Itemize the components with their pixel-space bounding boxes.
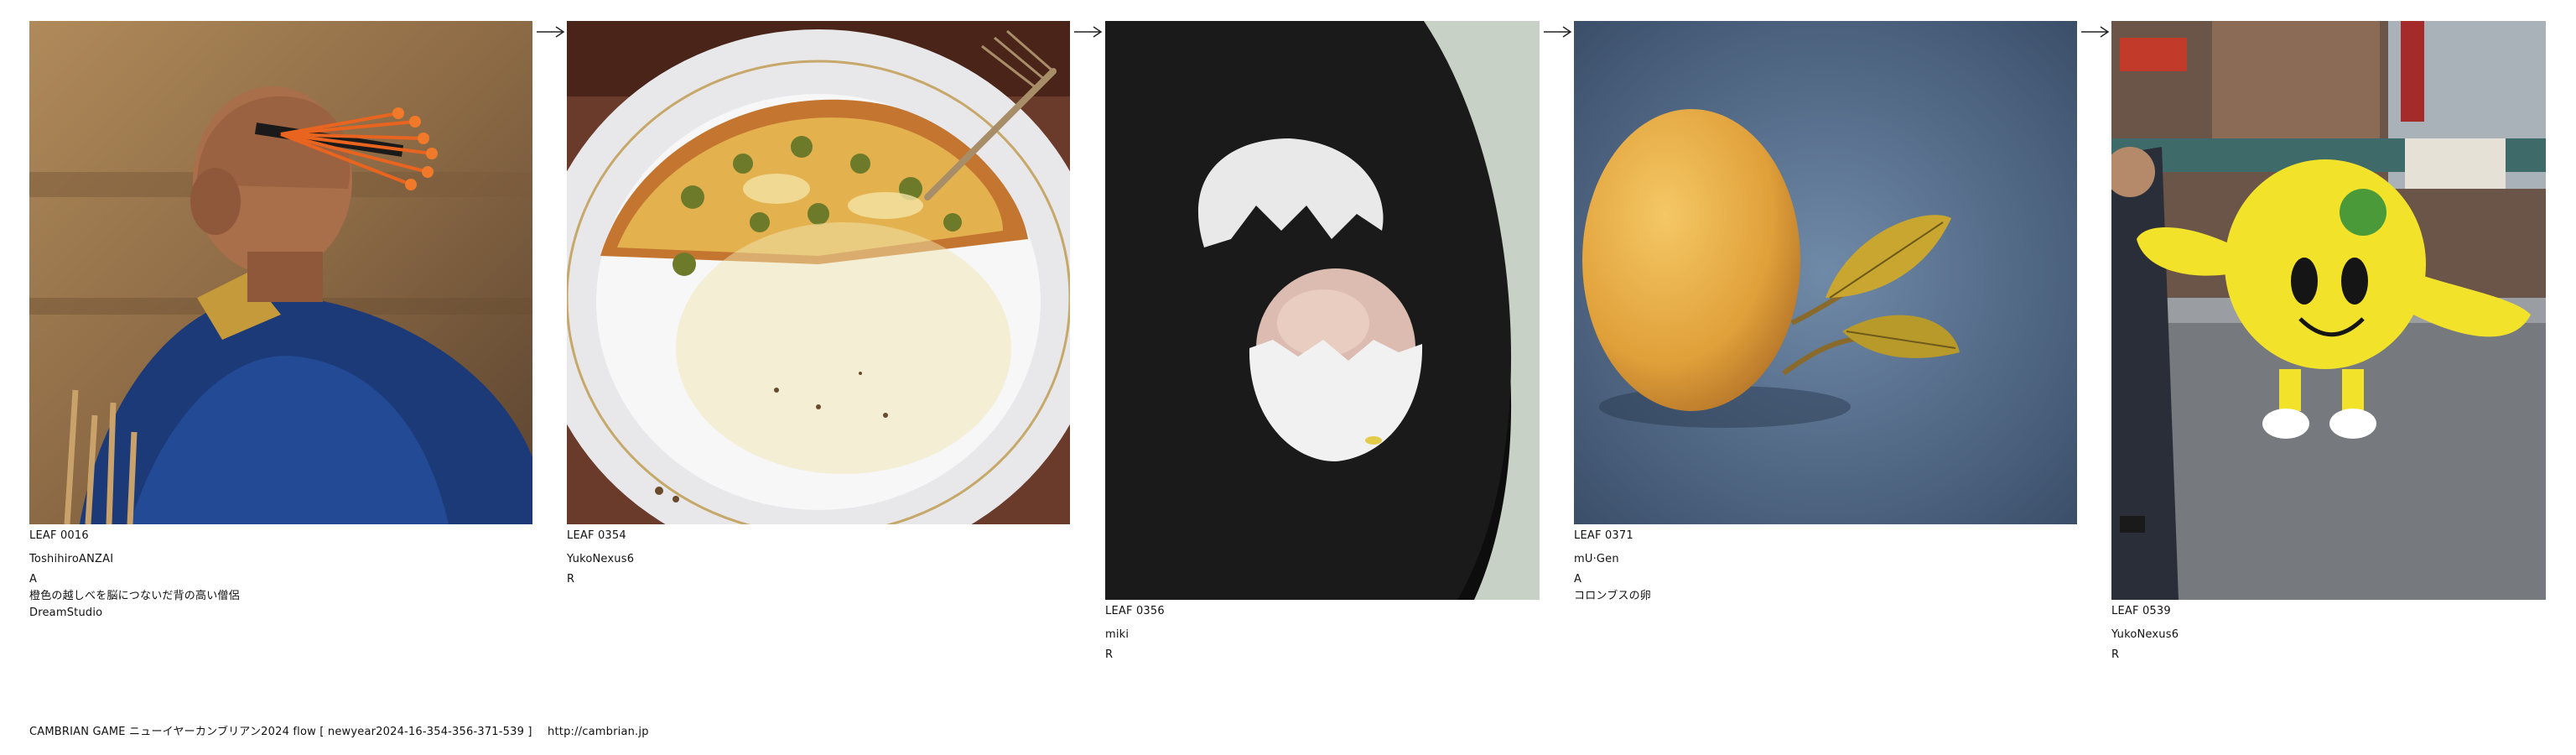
leaf-author[interactable]: YukoNexus6 bbox=[567, 548, 1070, 571]
leaf-id[interactable]: LEAF 0016 bbox=[29, 524, 532, 548]
leaf-author[interactable]: ToshihiroANZAI bbox=[29, 548, 532, 571]
leaf-card-0016[interactable]: LEAF 0016 ToshihiroANZAI A 橙色の越しべを脳につないだ… bbox=[29, 21, 532, 622]
footer-url-link[interactable]: http://cambrian.jp bbox=[548, 726, 649, 738]
leaf-author[interactable]: miki bbox=[1105, 623, 1540, 647]
leaf-caption-0371: LEAF 0371 mU·Gen A コロンブスの卵 bbox=[1574, 524, 2077, 605]
leaf-id[interactable]: LEAF 0354 bbox=[567, 524, 1070, 548]
leaf-type: A bbox=[29, 573, 38, 586]
leaf-tool: DreamStudio bbox=[29, 607, 103, 619]
leaf-type: A bbox=[1574, 573, 1582, 586]
leaf-id[interactable]: LEAF 0539 bbox=[2111, 600, 2546, 623]
leaf-image-0354[interactable] bbox=[567, 21, 1070, 524]
leaf-card-0371[interactable]: LEAF 0371 mU·Gen A コロンブスの卵 bbox=[1574, 21, 2077, 605]
leaf-image-0371[interactable] bbox=[1574, 21, 2077, 524]
monk-image bbox=[29, 21, 532, 524]
yellow-egg-image bbox=[1574, 21, 2077, 524]
leaf-card-0356[interactable]: LEAF 0356 miki R bbox=[1105, 21, 1540, 664]
pizza-image bbox=[567, 21, 1070, 524]
leaf-caption-0016: LEAF 0016 ToshihiroANZAI A 橙色の越しべを脳につないだ… bbox=[29, 524, 532, 622]
arrow-right-icon bbox=[1074, 25, 1103, 39]
leaf-type: R bbox=[1105, 648, 1114, 661]
leaf-id[interactable]: LEAF 0371 bbox=[1574, 524, 2077, 548]
footer-title[interactable]: CAMBRIAN GAME ニューイヤーカンブリアン2024 flow [ ne… bbox=[29, 726, 532, 738]
egg-tray-image bbox=[1105, 21, 1540, 600]
leaf-caption-0539: LEAF 0539 YukoNexus6 R bbox=[2111, 600, 2546, 664]
footer: CAMBRIAN GAME ニューイヤーカンブリアン2024 flow [ ne… bbox=[29, 722, 661, 738]
arrow-right-icon bbox=[2081, 25, 2110, 39]
leaf-title: コロンブスの卵 bbox=[1574, 590, 1652, 602]
leaf-image-0539[interactable] bbox=[2111, 21, 2546, 600]
leaf-image-0356[interactable] bbox=[1105, 21, 1540, 600]
leaf-author[interactable]: mU·Gen bbox=[1574, 548, 2077, 571]
leaf-type: R bbox=[567, 573, 575, 586]
leaf-card-0539[interactable]: LEAF 0539 YukoNexus6 R bbox=[2111, 21, 2546, 664]
leaf-type: R bbox=[2111, 648, 2120, 661]
leaf-card-0354[interactable]: LEAF 0354 YukoNexus6 R bbox=[567, 21, 1070, 588]
leaf-id[interactable]: LEAF 0356 bbox=[1105, 600, 1540, 623]
leaf-image-0016[interactable] bbox=[29, 21, 532, 524]
arrow-right-icon bbox=[1544, 25, 1572, 39]
leaf-author[interactable]: YukoNexus6 bbox=[2111, 623, 2546, 647]
leaf-caption-0354: LEAF 0354 YukoNexus6 R bbox=[567, 524, 1070, 588]
arrow-right-icon bbox=[537, 25, 565, 39]
mascot-street-image bbox=[2111, 21, 2546, 600]
leaf-caption-0356: LEAF 0356 miki R bbox=[1105, 600, 1540, 664]
leaf-title: 橙色の越しべを脳につないだ背の高い僧侶 bbox=[29, 590, 240, 602]
